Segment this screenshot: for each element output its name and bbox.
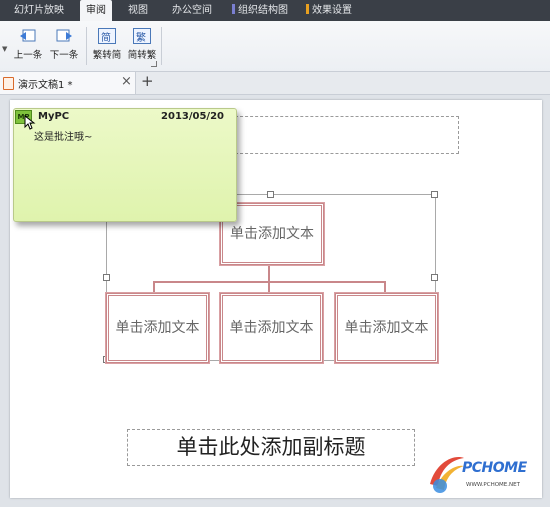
group-dialog-launcher-icon[interactable]: [151, 61, 157, 67]
tab-effects-label: 效果设置: [312, 5, 352, 16]
next-comment-button[interactable]: 下一条: [46, 25, 82, 67]
previous-comment-label: 上一条: [13, 50, 43, 61]
presentation-file-icon: [3, 77, 14, 90]
tab-view[interactable]: 视图: [128, 0, 148, 21]
smartart-child-node[interactable]: 单击添加文本: [105, 292, 210, 364]
ribbon: ▼ 上一条 下一条 简 繁转简 繁 简转繁: [0, 21, 550, 72]
comment-date: 2013/05/20: [161, 111, 224, 122]
comment-balloon[interactable]: MP MyPC 2013/05/20 这是批注哦~: [13, 108, 237, 222]
traditional-to-simplified-button[interactable]: 简 繁转简: [89, 25, 125, 67]
new-tab-button[interactable]: +: [141, 72, 154, 90]
ribbon-separator: [86, 27, 87, 65]
document-tab-bar: 演示文稿1 * × +: [0, 72, 550, 95]
tab-org-chart[interactable]: 组织结构图: [232, 0, 288, 21]
tab-review[interactable]: 审阅: [80, 0, 112, 21]
connector-line: [384, 281, 386, 293]
pchome-watermark-logo: PCHOME WWW.PCHOME.NET: [426, 446, 538, 496]
tab-effects[interactable]: 效果设置: [306, 0, 352, 21]
ribbon-overflow-arrow[interactable]: ▼: [2, 45, 7, 53]
document-tab-title: 演示文稿1 *: [18, 80, 73, 91]
org-chart-tab-marker: [232, 4, 235, 14]
connector-line: [268, 262, 270, 293]
title-placeholder[interactable]: [230, 116, 459, 154]
document-tab[interactable]: 演示文稿1 * ×: [0, 72, 136, 94]
tab-office-space[interactable]: 办公空间: [172, 0, 212, 21]
comment-text[interactable]: 这是批注哦~: [34, 128, 92, 143]
connector-line: [153, 281, 386, 283]
smartart-child-node[interactable]: 单击添加文本: [219, 292, 324, 364]
traditional-chinese-icon: 繁: [133, 28, 151, 44]
resize-handle[interactable]: [431, 274, 438, 281]
simplified-glyph: 简: [101, 33, 111, 44]
ribbon-separator: [161, 27, 162, 65]
simplified-to-traditional-label: 简转繁: [127, 50, 157, 61]
resize-handle[interactable]: [103, 274, 110, 281]
resize-handle[interactable]: [267, 191, 274, 198]
connector-line: [153, 281, 155, 293]
next-comment-icon: [55, 28, 73, 44]
tab-org-chart-label: 组织结构图: [238, 5, 288, 16]
previous-comment-button[interactable]: 上一条: [10, 25, 46, 67]
pchome-swirl-icon: [430, 457, 464, 493]
smartart-child-node[interactable]: 单击添加文本: [334, 292, 439, 364]
watermark-logo-text: PCHOME: [462, 460, 527, 476]
watermark-url-text: WWW.PCHOME.NET: [466, 482, 520, 488]
simplified-chinese-icon: 简: [98, 28, 116, 44]
traditional-to-simplified-label: 繁转简: [92, 50, 122, 61]
resize-handle[interactable]: [431, 191, 438, 198]
comment-author: MyPC: [38, 111, 70, 122]
effects-tab-marker: [306, 4, 309, 14]
next-comment-label: 下一条: [49, 50, 79, 61]
traditional-glyph: 繁: [136, 33, 146, 44]
tab-slideshow[interactable]: 幻灯片放映: [14, 0, 64, 21]
subtitle-placeholder[interactable]: 单击此处添加副标题: [127, 429, 415, 466]
previous-comment-icon: [19, 28, 37, 44]
menu-bar: 幻灯片放映 审阅 视图 办公空间 组织结构图 效果设置: [0, 0, 550, 21]
close-tab-icon[interactable]: ×: [121, 74, 132, 89]
